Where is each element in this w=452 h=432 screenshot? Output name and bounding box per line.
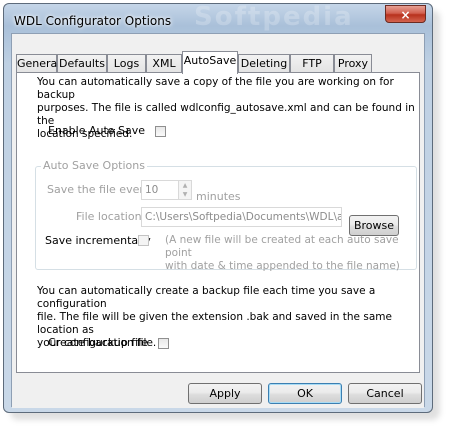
save-incrementally-checkbox[interactable] bbox=[138, 235, 149, 246]
save-incrementally-note-line: with date & time appended to the file na… bbox=[165, 260, 400, 272]
enable-autosave-checkbox[interactable] bbox=[154, 125, 166, 137]
create-backup-row: Create backup file bbox=[48, 336, 169, 349]
enable-autosave-label[interactable]: Enable Auto Save bbox=[48, 124, 145, 137]
backup-description-line: You can automatically create a backup fi… bbox=[37, 285, 376, 310]
save-every-unit: minutes bbox=[196, 190, 241, 203]
autosave-panel: You can automatically save a copy of the… bbox=[16, 72, 420, 373]
save-incrementally-note: (A new file will be created at each auto… bbox=[165, 234, 415, 273]
ok-button[interactable]: OK bbox=[268, 383, 342, 404]
autosave-options-title: Auto Save Options bbox=[41, 159, 147, 172]
backup-description-line: file. The file will be given the extensi… bbox=[37, 311, 392, 336]
browse-button[interactable]: Browse bbox=[349, 215, 399, 236]
tab-deleting[interactable]: Deleting bbox=[238, 54, 290, 73]
tab-defaults[interactable]: Defaults bbox=[57, 54, 107, 73]
save-every-label: Save the file every bbox=[47, 183, 151, 196]
options-window: Softpedia WDL Configurator Options × Gen… bbox=[3, 3, 433, 413]
title-bar[interactable]: Softpedia WDL Configurator Options × bbox=[4, 4, 432, 34]
tab-general[interactable]: General bbox=[16, 54, 60, 73]
file-location-input[interactable]: C:\Users\Softpedia\Documents\WDL\au bbox=[141, 207, 342, 227]
close-button[interactable]: × bbox=[385, 5, 426, 23]
window-title: WDL Configurator Options bbox=[14, 14, 172, 28]
save-incrementally-note-line: (A new file will be created at each auto… bbox=[165, 234, 399, 259]
enable-autosave-row: Enable Auto Save bbox=[48, 124, 166, 137]
apply-button[interactable]: Apply bbox=[188, 383, 262, 404]
tab-xml[interactable]: XML bbox=[146, 54, 182, 73]
spin-down-icon[interactable]: ▼ bbox=[179, 190, 191, 199]
tab-autosave[interactable]: AutoSave bbox=[182, 51, 238, 74]
tab-proxy[interactable]: Proxy bbox=[334, 54, 372, 73]
save-every-spinner[interactable]: ▲ ▼ bbox=[178, 180, 192, 200]
dialog-footer: Apply OK Cancel bbox=[12, 374, 424, 408]
save-every-input[interactable]: 10 bbox=[141, 180, 179, 200]
autosave-description-line: You can automatically save a copy of the… bbox=[37, 76, 394, 101]
tab-logs[interactable]: Logs bbox=[107, 54, 146, 73]
close-icon: × bbox=[400, 8, 411, 22]
create-backup-label[interactable]: Create backup file bbox=[48, 336, 148, 349]
spin-up-icon[interactable]: ▲ bbox=[179, 181, 191, 190]
save-incrementally-label: Save incrementally bbox=[45, 234, 151, 247]
dialog-client: General Defaults Logs XML AutoSave Delet… bbox=[11, 33, 425, 408]
create-backup-checkbox[interactable] bbox=[157, 337, 169, 349]
file-location-label: File location bbox=[76, 210, 142, 223]
softpedia-watermark: Softpedia bbox=[194, 3, 354, 32]
tab-ftp[interactable]: FTP bbox=[290, 54, 334, 73]
cancel-button[interactable]: Cancel bbox=[348, 383, 422, 404]
